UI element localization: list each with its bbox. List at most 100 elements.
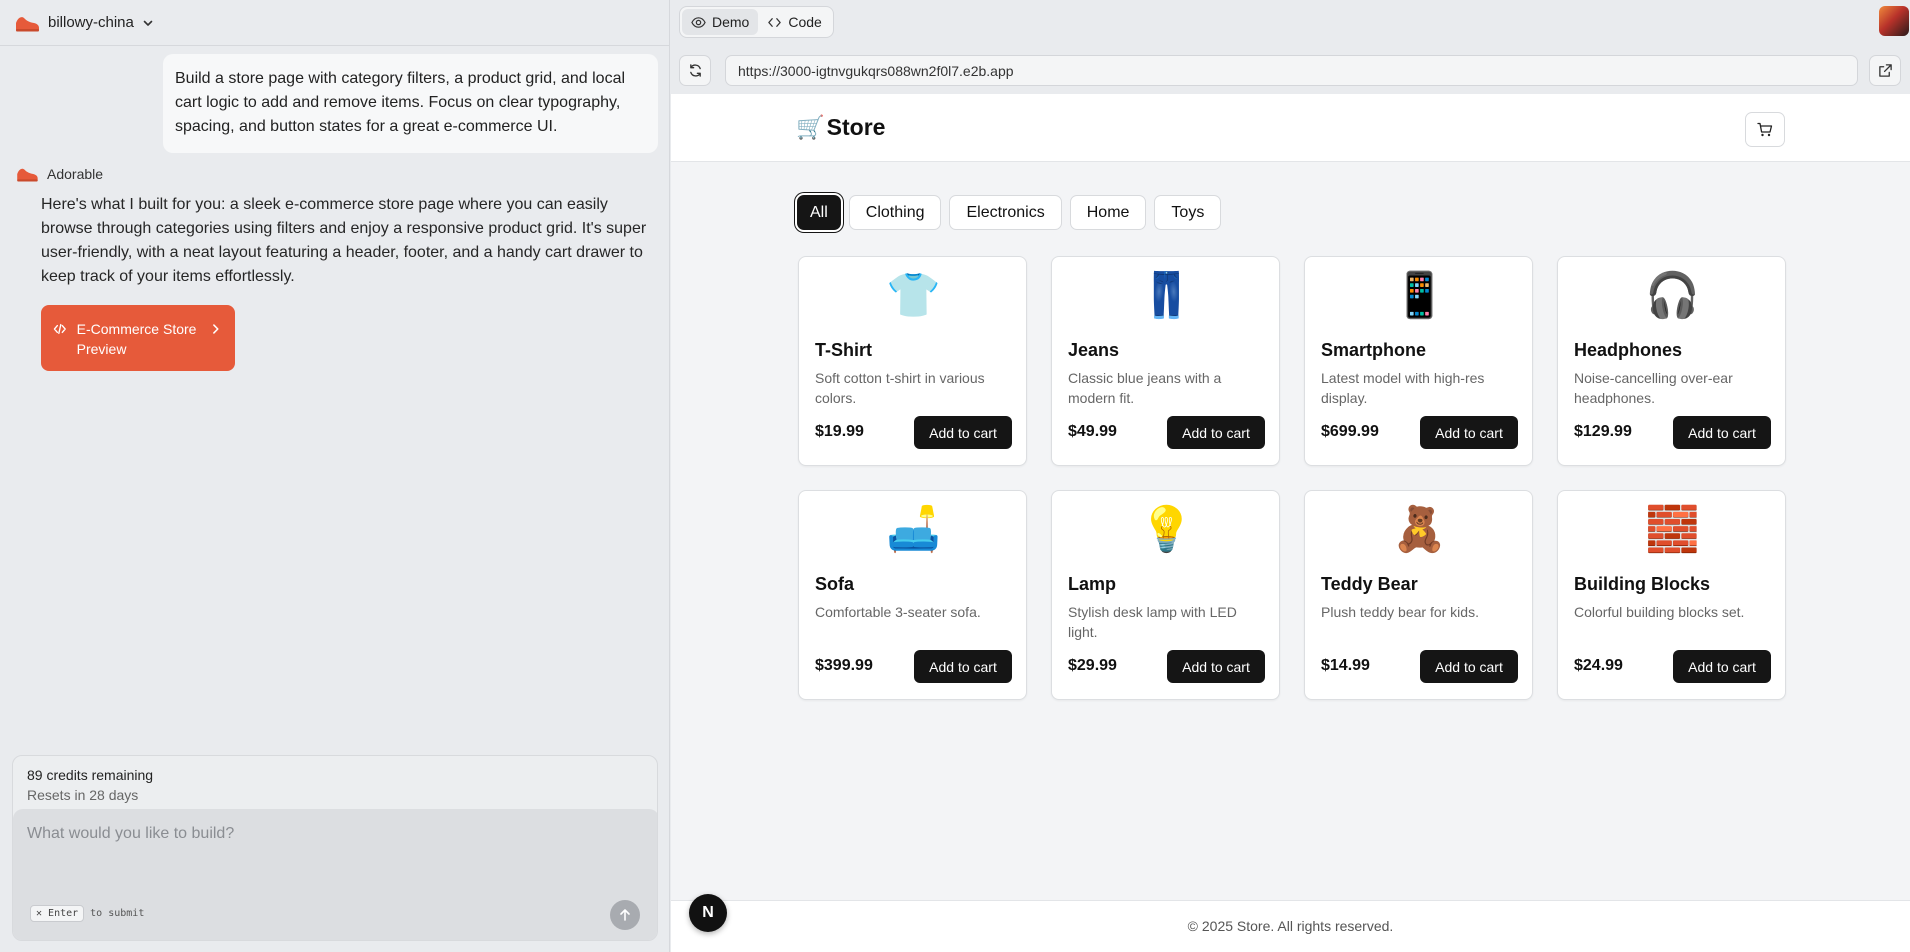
composer-box: 89 credits remaining Resets in 28 days ✕… (12, 755, 658, 941)
product-price: $14.99 (1321, 657, 1370, 674)
address-bar-row: https://3000-igtnvgukqrs088wn2f0l7.e2b.a… (671, 46, 1910, 94)
user-message: Build a store page with category filters… (163, 54, 658, 153)
product-description: Comfortable 3-seater sofa. (815, 604, 981, 620)
filter-electronics[interactable]: Electronics (949, 195, 1062, 230)
add-to-cart-button[interactable]: Add to cart (914, 416, 1012, 449)
product-card: 🧸 Teddy Bear Plush teddy bear for kids. $14… (1304, 490, 1533, 700)
product-description: Stylish desk lamp with LED light. (1068, 604, 1237, 640)
product-name: Jeans (1068, 340, 1120, 360)
preview-button[interactable]: E-Commerce Store Preview (41, 305, 235, 371)
store-footer: © 2025 Store. All rights reserved. (671, 900, 1910, 952)
credits-remaining: 89 credits remaining (27, 767, 154, 783)
enter-key-label: Enter (48, 908, 79, 919)
filter-home[interactable]: Home (1069, 195, 1147, 230)
adorable-logo-icon (16, 16, 39, 31)
submit-hint: ✕ Enter to submit (30, 905, 144, 922)
product-image-icon: 🛋️ (886, 505, 941, 554)
product-price: $29.99 (1068, 657, 1117, 674)
product-image-icon: 💡 (1139, 505, 1194, 554)
filter-clothing[interactable]: Clothing (848, 195, 942, 230)
product-name: Sofa (815, 574, 855, 594)
product-image-icon: 👕 (886, 271, 941, 320)
add-to-cart-button[interactable]: Add to cart (1420, 416, 1518, 449)
add-to-cart-button[interactable]: Add to cart (1167, 416, 1265, 449)
submit-hint-text: to submit (90, 908, 145, 919)
add-to-cart-button[interactable]: Add to cart (1673, 416, 1771, 449)
prompt-input[interactable] (27, 825, 627, 843)
assistant-avatar-icon (17, 168, 38, 182)
product-price: $699.99 (1321, 423, 1379, 440)
cart-button[interactable] (1745, 112, 1785, 147)
add-to-cart-button[interactable]: Add to cart (914, 650, 1012, 683)
add-to-cart-button[interactable]: Add to cart (1420, 650, 1518, 683)
product-card: 👕 T-Shirt Soft cotton t-shirt in various c… (798, 256, 1027, 466)
open-external-button[interactable] (1869, 55, 1901, 86)
arrow-up-icon (620, 909, 630, 921)
product-price: $19.99 (815, 423, 864, 440)
enter-key: ✕ Enter (30, 905, 85, 922)
product-card: 📱 Smartphone Latest model with high-res di… (1304, 256, 1533, 466)
product-grid: 👕 T-Shirt Soft cotton t-shirt in various c… (798, 256, 1786, 700)
view-toggle: Demo Code (679, 6, 834, 38)
product-description: Latest model with high-res display. (1321, 370, 1485, 406)
user-avatar[interactable] (1879, 6, 1909, 36)
assistant-header: Adorable (15, 166, 103, 182)
tab-code-label: Code (788, 14, 822, 30)
product-card: 👖 Jeans Classic blue jeans with a modern f… (1051, 256, 1280, 466)
category-filters: All Clothing Electronics Home Toys (797, 195, 1222, 230)
external-link-icon (1878, 64, 1892, 77)
product-card: 🧱 Building Blocks Colorful building blocks… (1557, 490, 1786, 700)
code-brackets-icon (768, 17, 782, 27)
product-card: 🛋️ Sofa Comfortable 3-seater sofa. $399.99 A… (798, 490, 1027, 700)
product-card: 💡 Lamp Stylish desk lamp with LED light. $2… (1051, 490, 1280, 700)
tab-code[interactable]: Code (758, 9, 830, 35)
reload-button[interactable] (679, 55, 711, 86)
chevron-down-icon (143, 20, 153, 26)
credits-reset: Resets in 28 days (27, 787, 139, 803)
product-name: Building Blocks (1574, 574, 1711, 594)
code-icon (53, 323, 66, 335)
product-image-icon: 🧸 (1392, 505, 1447, 554)
tab-demo[interactable]: Demo (682, 9, 759, 35)
store-title: 🛒 Store (796, 114, 885, 141)
nextjs-dev-badge[interactable]: N (689, 894, 727, 932)
product-price: $24.99 (1574, 657, 1623, 674)
product-card: 🎧 Headphones Noise-cancelling over-ear hea… (1557, 256, 1786, 466)
filter-all[interactable]: All (797, 195, 841, 230)
refresh-icon (689, 64, 701, 77)
product-description: Classic blue jeans with a modern fit. (1068, 370, 1222, 406)
store-preview: 🛒 Store All Clothing Electronics Home Toys 👕… (671, 94, 1910, 952)
assistant-message: Here's what I built for you: a sleek e-c… (41, 196, 647, 285)
url-field[interactable]: https://3000-igtnvgukqrs088wn2f0l7.e2b.a… (725, 55, 1858, 86)
product-description: Noise-cancelling over-ear headphones. (1574, 370, 1733, 406)
footer-text: © 2025 Store. All rights reserved. (1187, 918, 1394, 934)
product-price: $399.99 (815, 657, 873, 674)
product-name: Lamp (1068, 574, 1117, 594)
store-header: 🛒 Store (671, 94, 1910, 162)
assistant-name: Adorable (47, 166, 104, 182)
store-title-text: Store (826, 114, 886, 140)
add-to-cart-button[interactable]: Add to cart (1673, 650, 1771, 683)
product-price: $129.99 (1574, 423, 1632, 440)
cart-emoji-icon: 🛒 (796, 114, 825, 140)
product-name: Headphones (1574, 340, 1683, 360)
product-image-icon: 📱 (1392, 271, 1447, 320)
filter-toys[interactable]: Toys (1154, 195, 1222, 230)
project-switcher[interactable]: billowy-china (14, 14, 154, 32)
product-description: Plush teddy bear for kids. (1321, 604, 1479, 620)
eye-icon (691, 16, 706, 28)
send-button[interactable] (610, 900, 640, 930)
product-name: Teddy Bear (1321, 574, 1418, 594)
preview-panel: Demo Code https://3000-igtnvgukqrs088wn2… (671, 0, 1910, 952)
preview-button-label: E-Commerce Store Preview (76, 321, 197, 357)
add-to-cart-button[interactable]: Add to cart (1167, 650, 1265, 683)
shopping-cart-icon (1757, 122, 1773, 136)
product-image-icon: 👖 (1139, 271, 1194, 320)
prompt-area: ✕ Enter to submit (13, 809, 657, 940)
product-description: Soft cotton t-shirt in various colors. (815, 370, 985, 406)
product-description: Colorful building blocks set. (1574, 604, 1745, 620)
product-name: Smartphone (1321, 340, 1427, 360)
product-price: $49.99 (1068, 423, 1117, 440)
product-image-icon: 🎧 (1645, 271, 1700, 320)
project-name: billowy-china (48, 14, 134, 31)
